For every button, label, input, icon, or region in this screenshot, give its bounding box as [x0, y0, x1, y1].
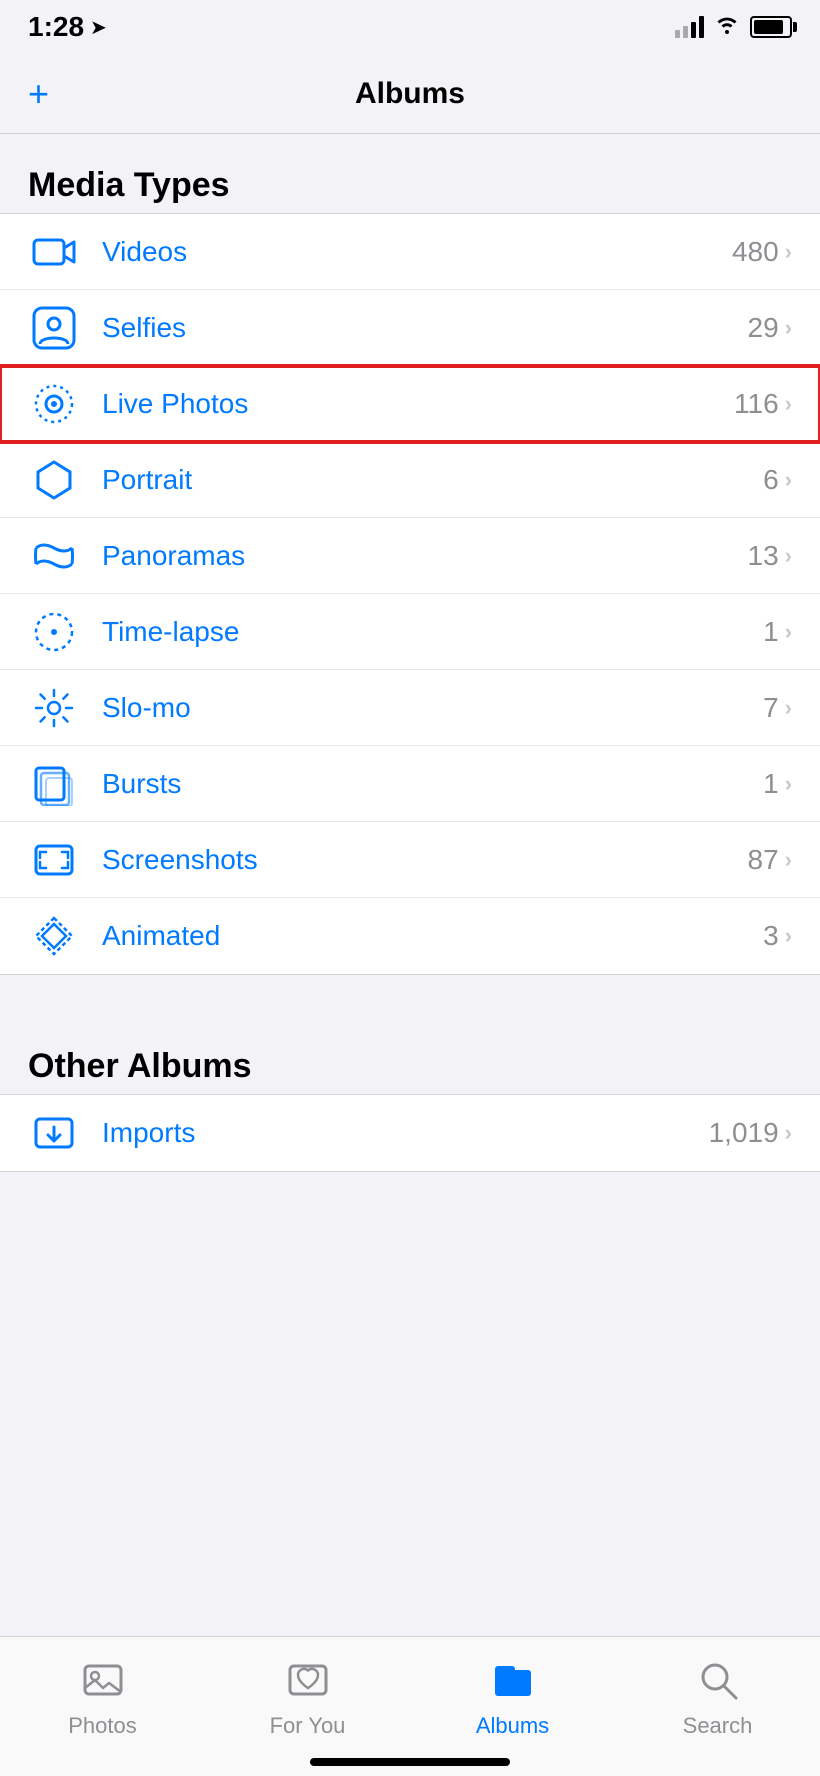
animated-count: 3 — [763, 920, 779, 952]
wifi-icon — [714, 13, 740, 41]
other-albums-list: Imports 1,019 › — [0, 1094, 820, 1172]
for-you-tab-icon — [281, 1653, 335, 1707]
selfies-chevron: › — [785, 315, 792, 341]
bursts-count: 1 — [763, 768, 779, 800]
imports-count: 1,019 — [709, 1117, 779, 1149]
screenshots-icon — [28, 834, 80, 886]
list-item-selfies[interactable]: Selfies 29 › — [0, 290, 820, 366]
search-tab-icon — [691, 1653, 745, 1707]
list-item-animated[interactable]: Animated 3 › — [0, 898, 820, 974]
imports-label: Imports — [102, 1117, 709, 1149]
tab-for-you[interactable]: For You — [205, 1649, 410, 1739]
time-lapse-chevron: › — [785, 619, 792, 645]
panoramas-icon — [28, 530, 80, 582]
battery-icon — [750, 16, 792, 38]
albums-tab-label: Albums — [476, 1713, 549, 1739]
live-photos-count: 116 — [734, 388, 779, 420]
videos-label: Videos — [102, 236, 732, 268]
slo-mo-count: 7 — [763, 692, 779, 724]
home-indicator — [310, 1758, 510, 1766]
list-item-live-photos[interactable]: Live Photos 116 › — [0, 366, 820, 442]
list-item-imports[interactable]: Imports 1,019 › — [0, 1095, 820, 1171]
signal-icon — [675, 16, 704, 38]
portrait-label: Portrait — [102, 464, 763, 496]
list-item-portrait[interactable]: Portrait 6 › — [0, 442, 820, 518]
animated-label: Animated — [102, 920, 763, 952]
imports-icon — [28, 1107, 80, 1159]
bursts-label: Bursts — [102, 768, 763, 800]
screenshots-count: 87 — [748, 844, 779, 876]
screenshots-label: Screenshots — [102, 844, 748, 876]
albums-tab-icon — [486, 1653, 540, 1707]
live-photos-chevron: › — [785, 391, 792, 417]
videos-count: 480 — [732, 236, 779, 268]
time-lapse-label: Time-lapse — [102, 616, 763, 648]
page-title: Albums — [355, 77, 465, 111]
selfies-label: Selfies — [102, 312, 748, 344]
list-item-panoramas[interactable]: Panoramas 13 › — [0, 518, 820, 594]
selfies-count: 29 — [748, 312, 779, 344]
slo-mo-label: Slo-mo — [102, 692, 763, 724]
other-albums-title: Other Albums — [28, 1047, 252, 1085]
portrait-count: 6 — [763, 464, 779, 496]
status-bar: 1:28 ➤ — [0, 0, 820, 54]
content: Media Types Videos 480 › — [0, 134, 820, 1292]
video-icon — [28, 226, 80, 278]
for-you-tab-label: For You — [270, 1713, 346, 1739]
screenshots-chevron: › — [785, 847, 792, 873]
status-time: 1:28 — [28, 11, 84, 43]
status-icons — [675, 13, 792, 41]
panoramas-count: 13 — [748, 540, 779, 572]
slo-mo-chevron: › — [785, 695, 792, 721]
time-lapse-count: 1 — [763, 616, 779, 648]
photos-tab-label: Photos — [68, 1713, 137, 1739]
live-photos-icon — [28, 378, 80, 430]
slo-mo-icon — [28, 682, 80, 734]
bursts-chevron: › — [785, 771, 792, 797]
other-albums-section: Other Albums Imports 1,019 › — [0, 1015, 820, 1172]
time-lapse-icon — [28, 606, 80, 658]
live-photos-label: Live Photos — [102, 388, 734, 420]
tab-bar: Photos For You Albums — [0, 1636, 820, 1776]
other-albums-section-header: Other Albums — [0, 1015, 820, 1094]
search-tab-label: Search — [683, 1713, 753, 1739]
imports-chevron: › — [785, 1120, 792, 1146]
media-types-title: Media Types — [28, 166, 230, 204]
list-item-videos[interactable]: Videos 480 › — [0, 214, 820, 290]
list-item-bursts[interactable]: Bursts 1 › — [0, 746, 820, 822]
tab-search[interactable]: Search — [615, 1649, 820, 1739]
list-item-screenshots[interactable]: Screenshots 87 › — [0, 822, 820, 898]
animated-chevron: › — [785, 923, 792, 949]
list-item-slo-mo[interactable]: Slo-mo 7 › — [0, 670, 820, 746]
bursts-icon — [28, 758, 80, 810]
media-types-section-header: Media Types — [0, 134, 820, 213]
list-item-time-lapse[interactable]: Time-lapse 1 › — [0, 594, 820, 670]
portrait-icon — [28, 454, 80, 506]
portrait-chevron: › — [785, 467, 792, 493]
media-types-list: Videos 480 › Selfies 29 › — [0, 213, 820, 975]
panoramas-label: Panoramas — [102, 540, 748, 572]
selfie-icon — [28, 302, 80, 354]
photos-tab-icon — [76, 1653, 130, 1707]
nav-header: + Albums — [0, 54, 820, 134]
tab-photos[interactable]: Photos — [0, 1649, 205, 1739]
location-icon: ➤ — [90, 15, 107, 40]
add-album-button[interactable]: + — [28, 76, 49, 112]
tab-albums[interactable]: Albums — [410, 1649, 615, 1739]
panoramas-chevron: › — [785, 543, 792, 569]
animated-icon — [28, 910, 80, 962]
videos-chevron: › — [785, 239, 792, 265]
